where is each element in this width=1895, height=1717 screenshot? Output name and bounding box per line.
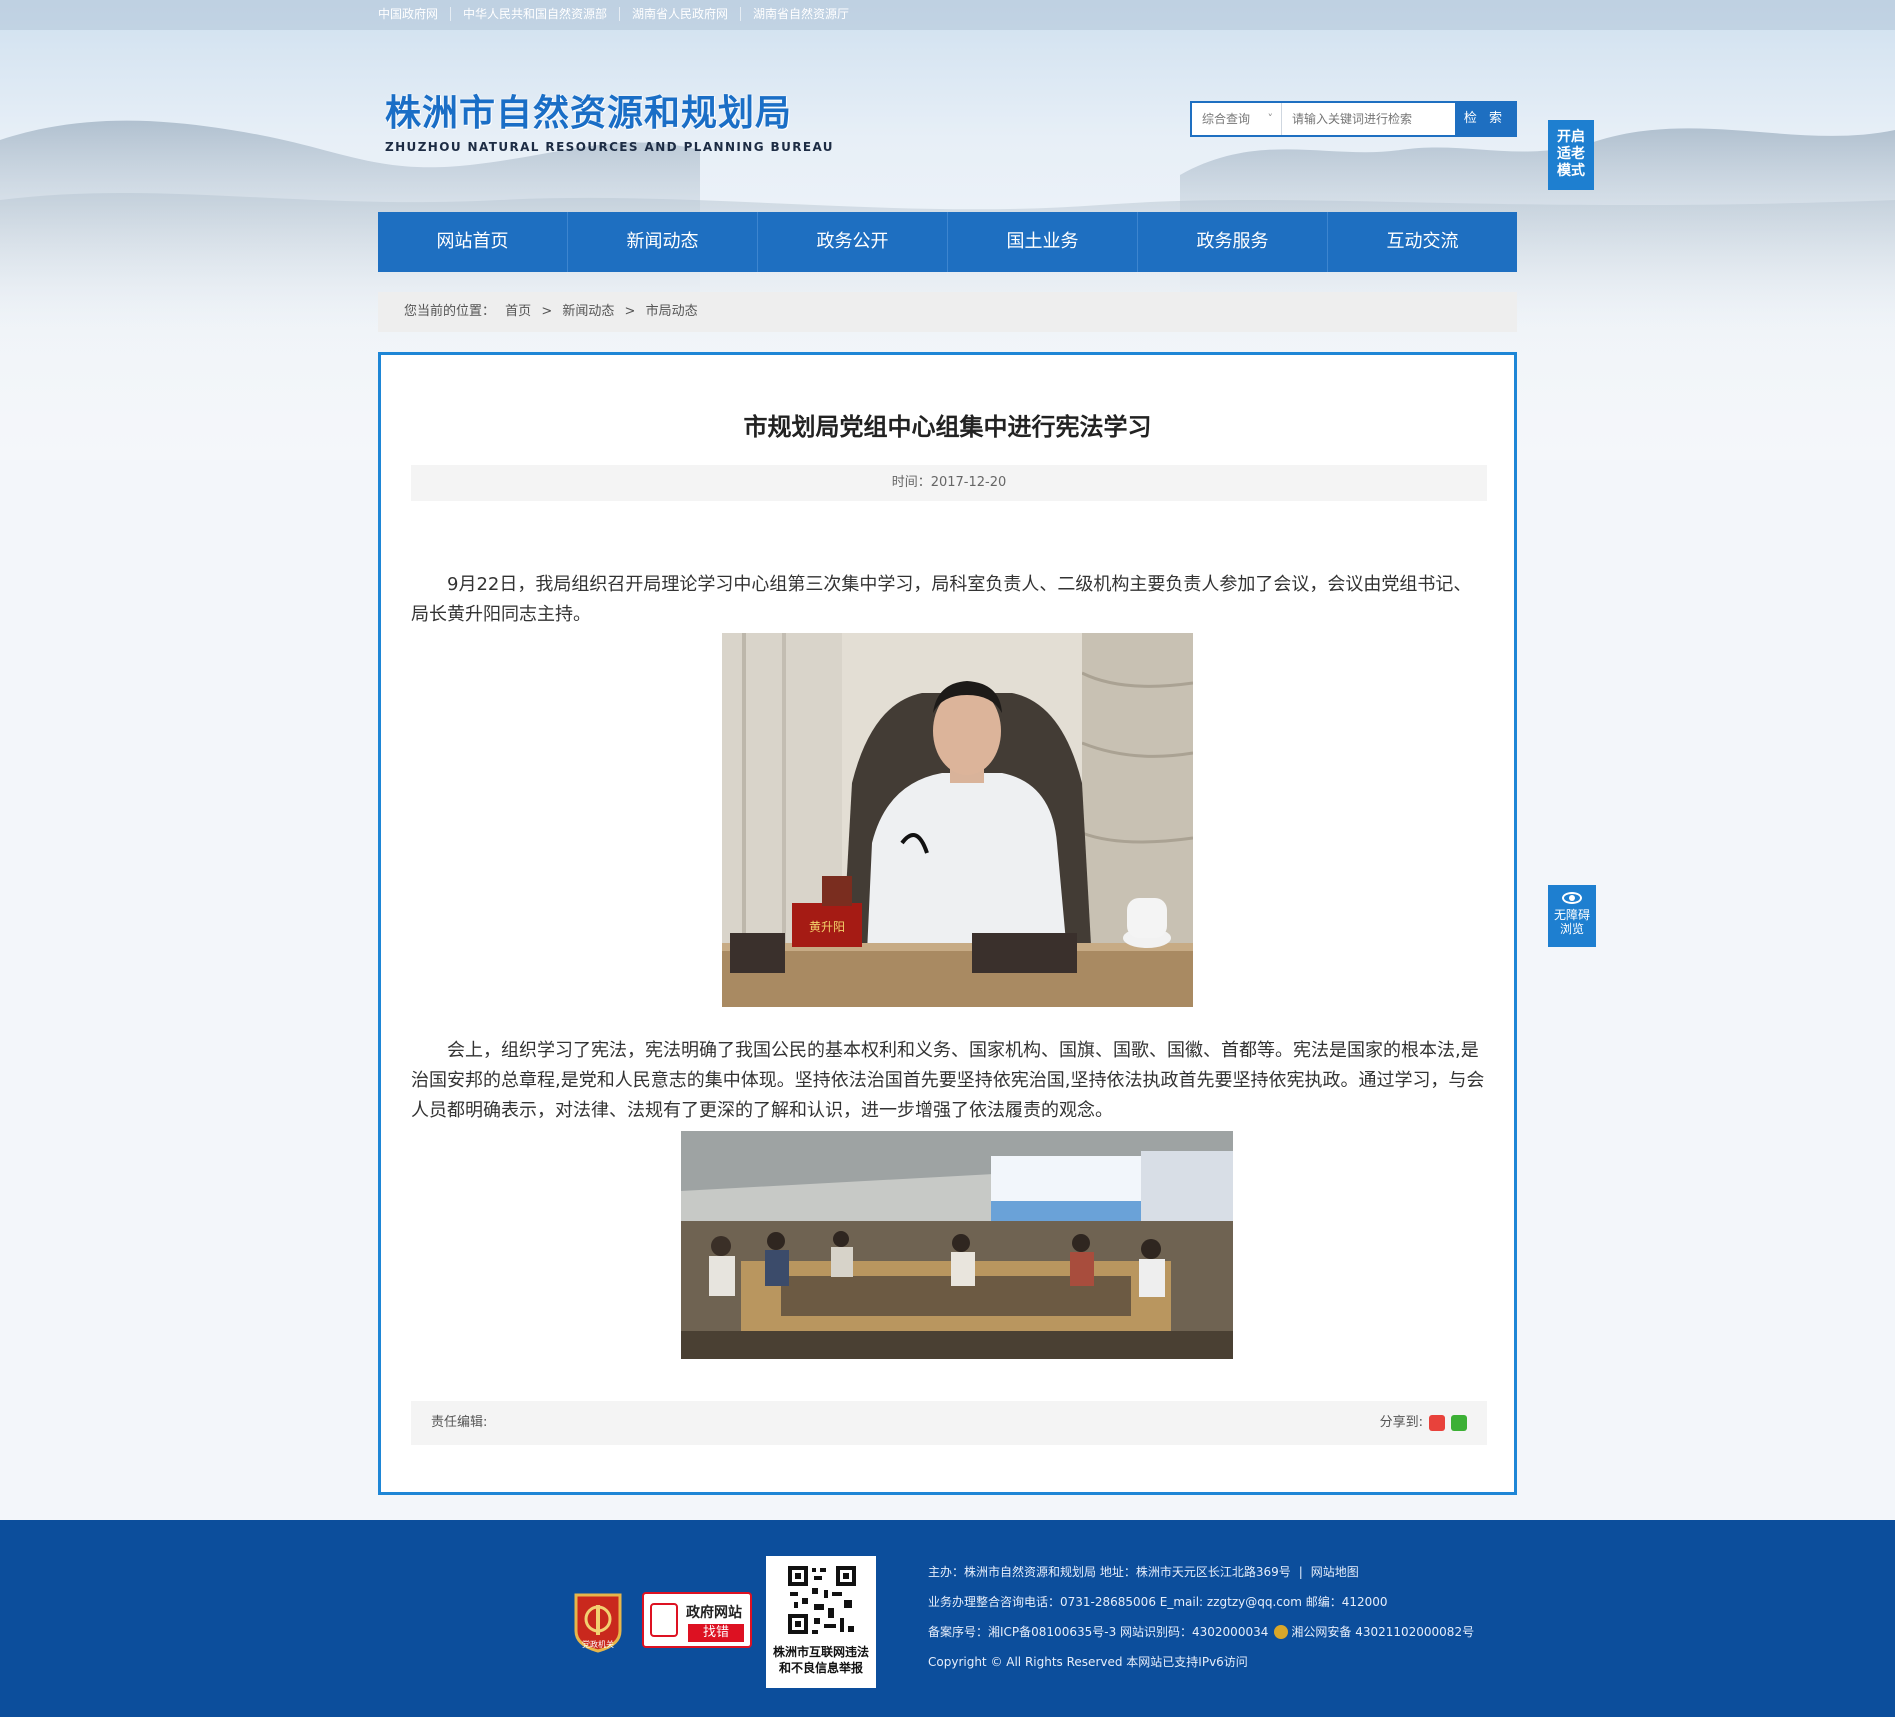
footer-police-record[interactable]: 湘公网安备 43021102000082号 bbox=[1291, 1625, 1474, 1639]
article-title: 市规划局党组中心组集中进行宪法学习 bbox=[743, 413, 1152, 441]
logo-chinese: 株洲市自然资源和规划局 bbox=[385, 93, 793, 134]
top-link[interactable]: 中华人民共和国自然资源部 bbox=[450, 7, 619, 21]
footer-host: 主办：株洲市自然资源和规划局 地址：株洲市天元区长江北路369号 bbox=[928, 1565, 1291, 1579]
nav-item-interaction[interactable]: 互动交流 bbox=[1328, 212, 1517, 272]
search-type-value: 综合查询 bbox=[1202, 112, 1251, 126]
nameplate-text: 黄升阳 bbox=[809, 920, 845, 934]
article-photo-meeting bbox=[681, 1131, 1233, 1359]
party-gov-badge-text: 党政机关 bbox=[582, 1639, 614, 1649]
qr-caption: 株洲市互联网违法 和不良信息举报 bbox=[766, 1644, 876, 1676]
search-type-select[interactable]: 综合查询 ˅ bbox=[1192, 103, 1282, 135]
accessibility-button[interactable]: 无障碍 浏览 bbox=[1548, 885, 1596, 947]
search-button[interactable]: 检 索 bbox=[1455, 103, 1515, 135]
chevron-down-icon: ˅ bbox=[1267, 112, 1274, 125]
site-logo[interactable]: 株洲市自然资源和规划局 ZHUZHOU NATURAL RESOURCES AN… bbox=[385, 92, 834, 154]
elder-mode-button[interactable]: 开启 适老 模式 bbox=[1548, 120, 1594, 190]
breadcrumb-current[interactable]: 市局动态 bbox=[646, 304, 698, 319]
weibo-share-icon[interactable] bbox=[1429, 1415, 1445, 1431]
accessibility-label: 浏览 bbox=[1559, 922, 1584, 936]
article-paragraph: 会上，组织学习了宪法，宪法明确了我国公民的基本权利和义务、国家机构、国旗、国歌、… bbox=[411, 1040, 1485, 1121]
breadcrumb: 您当前的位置： 首页 > 新闻动态 > 市局动态 bbox=[378, 292, 1517, 332]
nav-item-land[interactable]: 国土业务 bbox=[948, 212, 1138, 272]
share-label: 分享到: bbox=[1379, 1415, 1423, 1430]
main-nav: 网站首页 新闻动态 政务公开 国土业务 政务服务 互动交流 bbox=[378, 212, 1517, 272]
error-report-action: 找错 bbox=[688, 1624, 744, 1642]
nav-item-home[interactable]: 网站首页 bbox=[378, 212, 568, 272]
article-panel: 市规划局党组中心组集中进行宪法学习 时间：2017-12-20 9月22日，我局… bbox=[378, 352, 1517, 1495]
search-input[interactable] bbox=[1282, 103, 1455, 135]
article-footer-bar: 责任编辑: 分享到: bbox=[411, 1401, 1487, 1445]
report-qr-code[interactable]: 株洲市互联网违法 和不良信息举报 bbox=[766, 1556, 876, 1688]
logo-english: ZHUZHOU NATURAL RESOURCES AND PLANNING B… bbox=[385, 140, 834, 154]
elder-mode-label: 开启 bbox=[1557, 129, 1585, 145]
elder-mode-label: 适老 bbox=[1557, 146, 1585, 162]
accessibility-label: 无障碍 bbox=[1553, 908, 1590, 922]
error-report-title: 政府网站 bbox=[686, 1605, 742, 1621]
article-photo-speaker: 黄升阳 bbox=[722, 633, 1193, 1007]
top-link[interactable]: 湖南省人民政府网 bbox=[619, 7, 740, 21]
top-link-bar bbox=[0, 0, 1895, 30]
gov-site-error-report[interactable]: 政府网站 找错 bbox=[642, 1592, 752, 1648]
top-link[interactable]: 中国政府网 bbox=[378, 7, 450, 21]
breadcrumb-separator: > bbox=[624, 304, 636, 319]
breadcrumb-label: 您当前的位置： bbox=[404, 304, 496, 319]
qr-caption-line: 和不良信息举报 bbox=[778, 1661, 863, 1675]
search-box: 综合查询 ˅ 检 索 bbox=[1190, 101, 1517, 137]
footer-copyright: Copyright © All Rights Reserved 本网站已支持IP… bbox=[928, 1655, 1248, 1669]
footer-contact: 业务办理整合咨询电话：0731-28685006 E_mail: zzgtzy@… bbox=[928, 1595, 1388, 1609]
footer-icp[interactable]: 备案序号：湘ICP备08100635号-3 网站识别码：4302000034 bbox=[928, 1625, 1268, 1639]
share-area: 分享到: bbox=[1380, 1401, 1467, 1445]
top-links: 中国政府网 中华人民共和国自然资源部 湖南省人民政府网 湖南省自然资源厅 bbox=[378, 7, 861, 21]
nav-item-news[interactable]: 新闻动态 bbox=[568, 212, 758, 272]
wechat-share-icon[interactable] bbox=[1451, 1415, 1467, 1431]
sitemap-link[interactable]: 网站地图 bbox=[1311, 1565, 1359, 1579]
magnifier-icon bbox=[650, 1603, 678, 1637]
article-date: 时间：2017-12-20 bbox=[411, 465, 1487, 501]
qr-caption-line: 株洲市互联网违法 bbox=[772, 1645, 869, 1659]
article-paragraph: 9月22日，我局组织召开局理论学习中心组第三次集中学习，局科室负责人、二级机构主… bbox=[411, 574, 1472, 625]
elder-mode-label: 模式 bbox=[1557, 163, 1585, 179]
eye-icon bbox=[1562, 892, 1582, 904]
nav-item-services[interactable]: 政务服务 bbox=[1138, 212, 1328, 272]
breadcrumb-news[interactable]: 新闻动态 bbox=[562, 304, 614, 319]
police-badge-icon bbox=[1274, 1625, 1289, 1639]
top-link[interactable]: 湖南省自然资源厅 bbox=[740, 7, 861, 21]
party-gov-badge[interactable]: 党政机关 bbox=[572, 1591, 624, 1653]
breadcrumb-home[interactable]: 首页 bbox=[505, 304, 531, 319]
breadcrumb-separator: > bbox=[541, 304, 553, 319]
footer-info: 主办：株洲市自然资源和规划局 地址：株洲市天元区长江北路369号 | 网站地图 业务… bbox=[928, 1557, 1474, 1677]
nav-item-gov-info[interactable]: 政务公开 bbox=[758, 212, 948, 272]
footer-separator: | bbox=[1298, 1565, 1303, 1579]
editor-label: 责任编辑: bbox=[431, 1415, 488, 1430]
